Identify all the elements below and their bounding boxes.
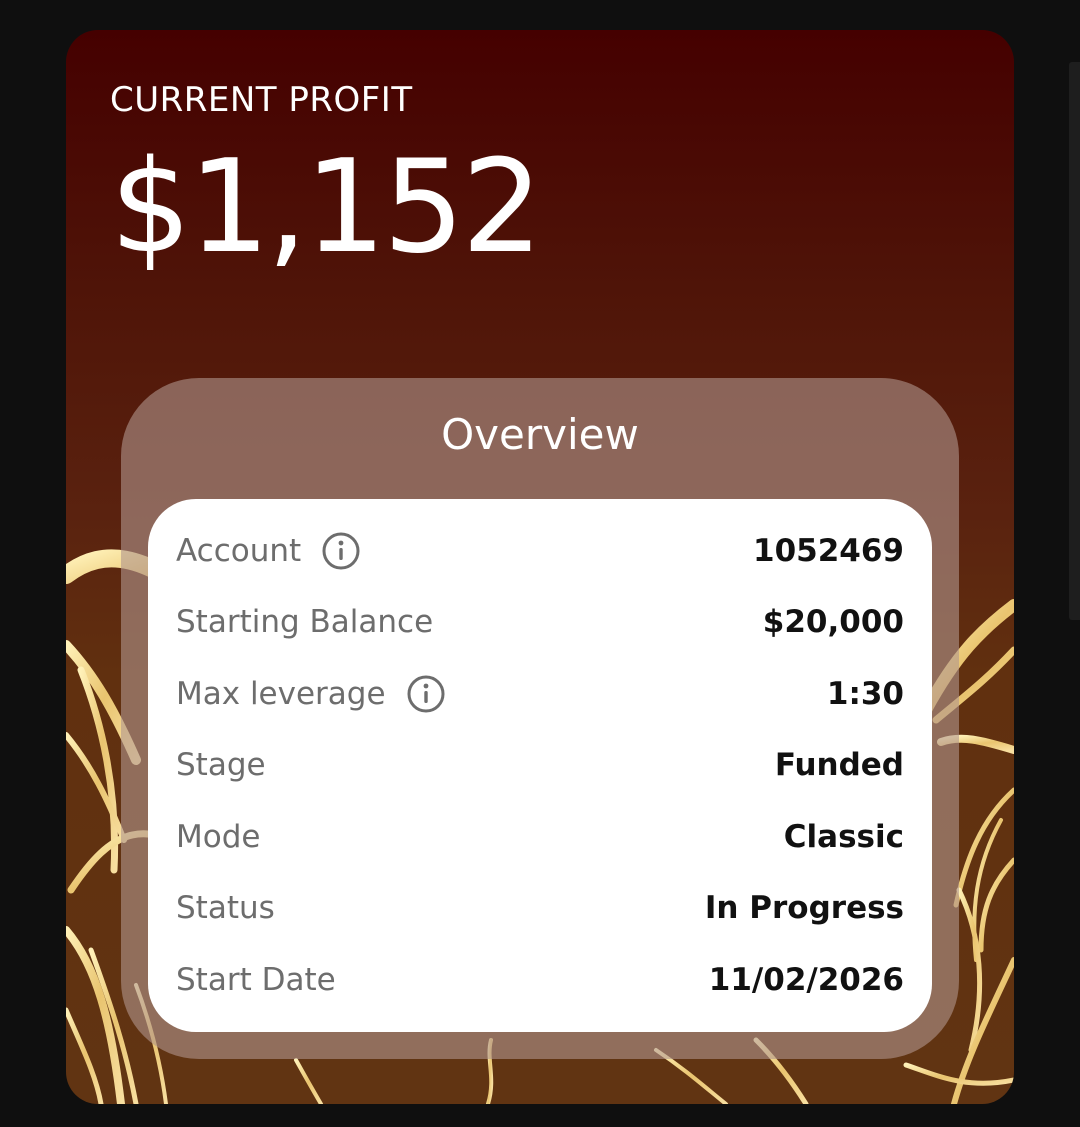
starting-balance-label: Starting Balance: [176, 604, 434, 640]
profit-card: CURRENT PROFIT $1,152 Overview Account 1…: [66, 30, 1014, 1104]
detail-row-status: Status In Progress: [176, 880, 904, 936]
start-date-label: Start Date: [176, 962, 336, 998]
starting-balance-value: $20,000: [762, 604, 904, 640]
detail-row-start-date: Start Date 11/02/2026: [176, 952, 904, 1008]
max-leverage-value: 1:30: [826, 676, 904, 712]
max-leverage-label: Max leverage: [176, 676, 386, 712]
scrollbar[interactable]: [1069, 62, 1080, 620]
detail-row-account: Account 1052469: [176, 523, 904, 579]
info-icon[interactable]: [321, 531, 361, 571]
status-value: In Progress: [704, 890, 904, 926]
overview-details-list: Account 1052469 Starting Balance $20,000: [148, 499, 932, 1032]
overview-title: Overview: [441, 410, 639, 459]
detail-row-max-leverage: Max leverage 1:30: [176, 666, 904, 722]
status-label: Status: [176, 890, 275, 926]
stage-value: Funded: [774, 747, 904, 783]
detail-row-mode: Mode Classic: [176, 809, 904, 865]
account-label: Account: [176, 533, 302, 569]
mode-value: Classic: [783, 819, 904, 855]
overview-panel: Overview Account 1052469 Starting Balanc…: [121, 378, 959, 1059]
detail-row-stage: Stage Funded: [176, 737, 904, 793]
info-icon[interactable]: [406, 674, 446, 714]
mode-label: Mode: [176, 819, 261, 855]
start-date-value: 11/02/2026: [708, 962, 904, 998]
account-value: 1052469: [753, 533, 904, 569]
detail-row-starting-balance: Starting Balance $20,000: [176, 594, 904, 650]
current-profit-value: $1,152: [110, 133, 543, 282]
current-profit-label: CURRENT PROFIT: [110, 80, 413, 120]
stage-label: Stage: [176, 747, 266, 783]
